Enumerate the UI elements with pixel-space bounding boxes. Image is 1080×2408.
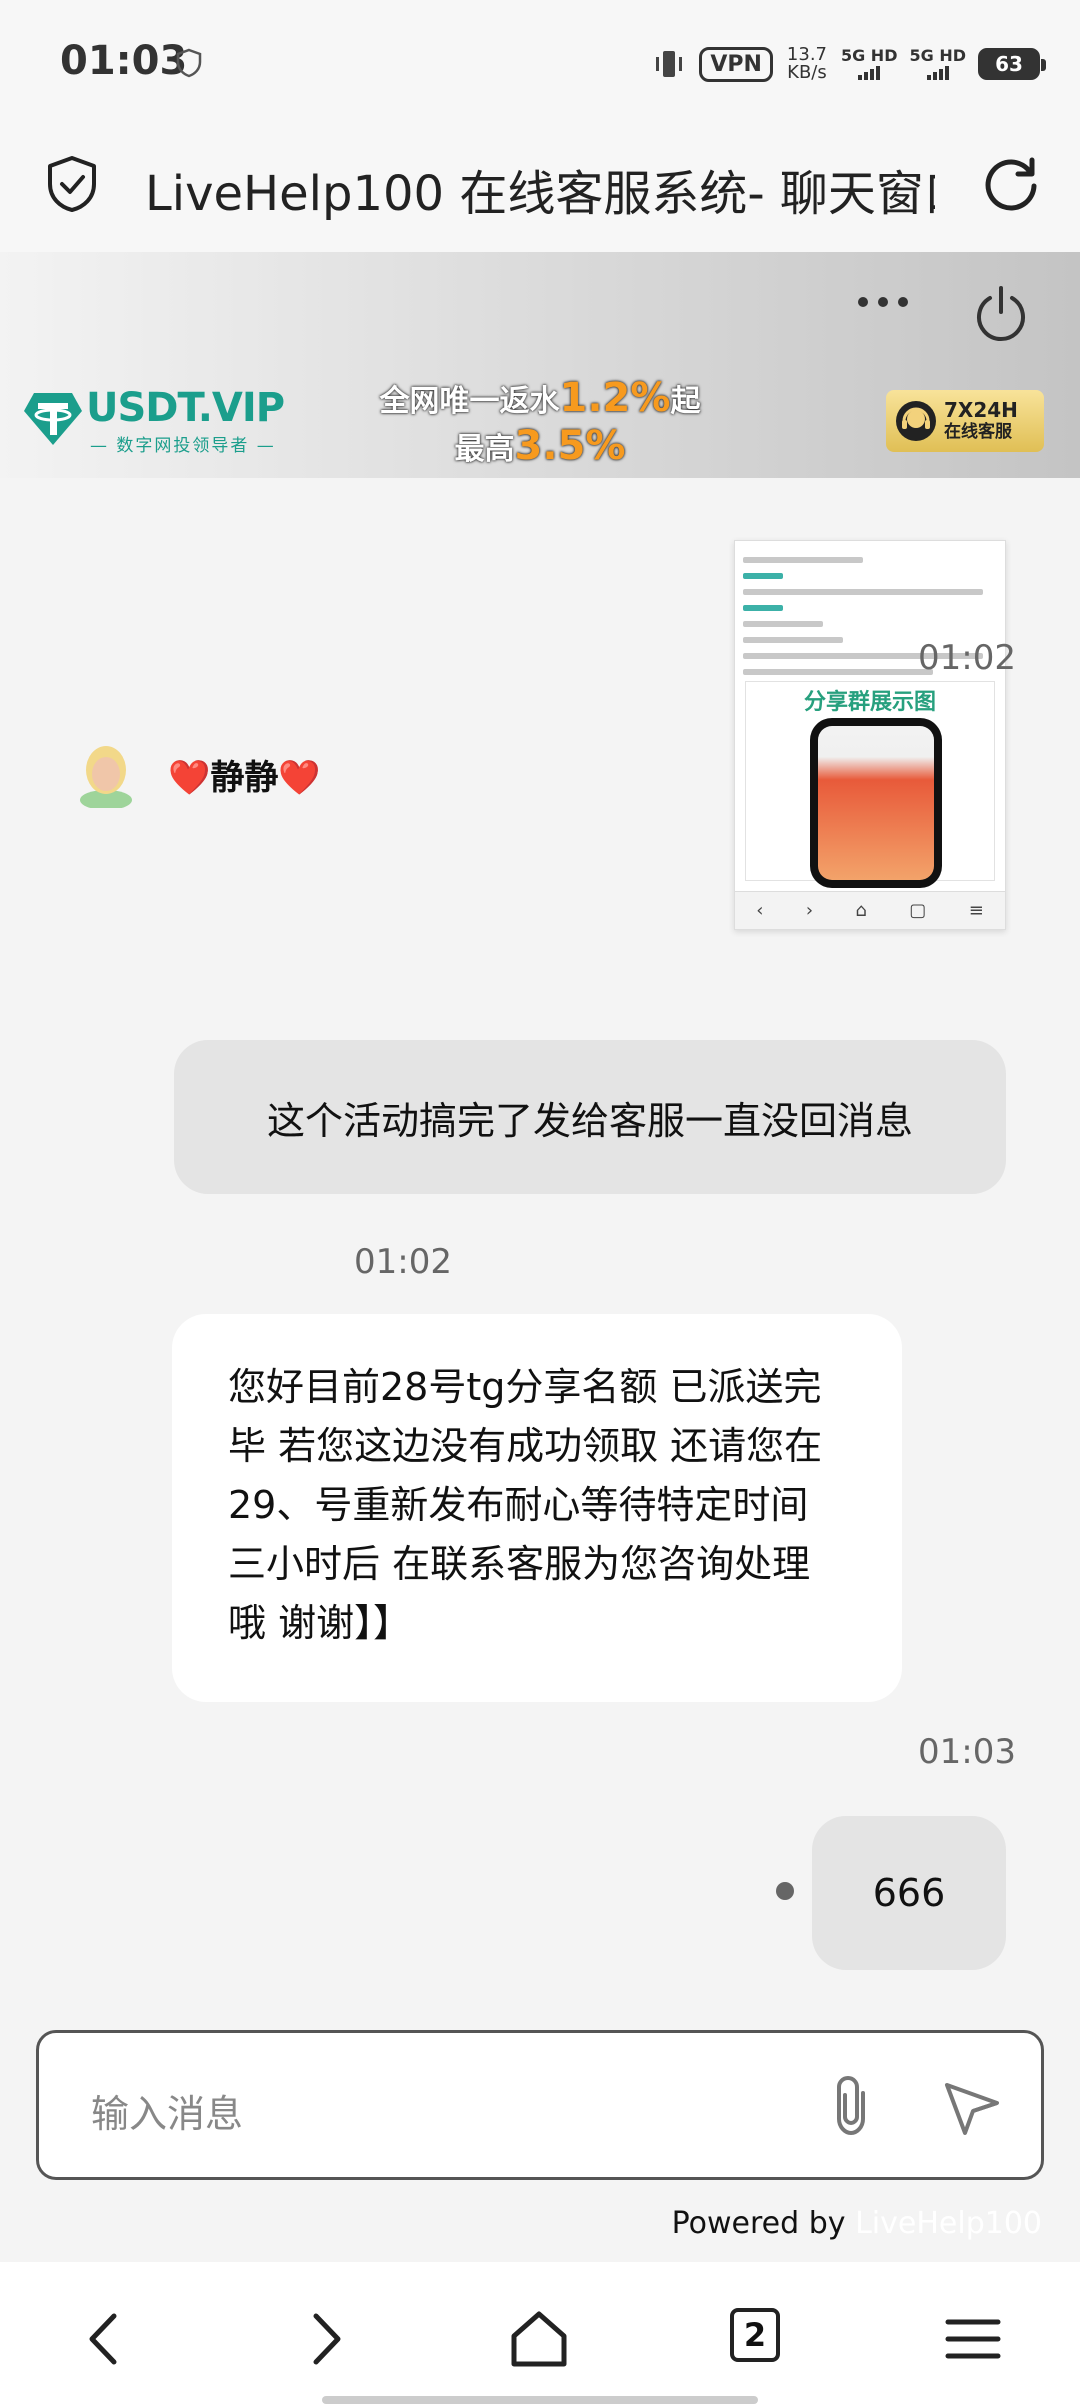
powered-by-label: Powered by — [671, 2206, 846, 2241]
shared-screenshot-image[interactable]: 分享群展示图 ‹ › ⌂ ▢ ≡ — [734, 540, 1006, 930]
user-message-text-2: 666 — [872, 1871, 946, 1915]
browser-title-bar: LiveHelp100 在线客服系统- 聊天窗口 — [0, 126, 1080, 252]
promo-line-1: 全网唯一返水1.2%起 — [370, 376, 710, 424]
promo-max-rate: 3.5% — [514, 423, 626, 469]
user-message-text: 这个活动搞完了发给客服一直没回消息 — [266, 1098, 913, 1143]
message-time: 01:02 — [918, 638, 1016, 678]
screenshot-card: 分享群展示图 — [745, 681, 995, 888]
screenshot-forward-icon: › — [805, 900, 814, 921]
chat-area[interactable]: 分享群展示图 ‹ › ⌂ ▢ ≡ 01:02 这个活动搞完了发给客服一直没回消息… — [0, 478, 1080, 2038]
powered-by: Powered by LiveHelp100 — [672, 2206, 1042, 2241]
promo-text: 全网唯一返水1.2%起 最高3.5% — [370, 376, 710, 472]
tabs-icon[interactable]: 2 — [730, 2308, 780, 2362]
promo-suffix: 起 — [670, 384, 701, 419]
attachment-icon[interactable] — [821, 2071, 881, 2141]
screenshot-tabs-icon: ▢ — [909, 900, 927, 921]
agent-message-text: 您好目前28号tg分享名额 已派送完毕 若您这边没有成功领取 还请您在29、号重… — [228, 1365, 823, 1645]
signal-2-bars-icon — [926, 64, 949, 80]
service-text: 7X24H 在线客服 — [944, 399, 1018, 443]
power-icon[interactable] — [970, 282, 1032, 344]
battery-level: 63 — [995, 52, 1023, 76]
tether-logo-icon — [24, 393, 82, 445]
vibrate-icon — [656, 51, 683, 77]
screenshot-home-icon: ⌂ — [855, 900, 867, 921]
agent-message-time: 01:02 — [354, 1242, 452, 1282]
signal-2-label: 5G HD — [909, 46, 966, 65]
agent-message-bubble[interactable]: 您好目前28号tg分享名额 已派送完毕 若您这边没有成功领取 还请您在29、号重… — [172, 1314, 902, 1702]
browser-page: 01:03 VPN 13.7 KB/s 5G HD 5G HD 63 LiveH… — [0, 0, 1080, 2408]
signal-1-label: 5G HD — [840, 46, 898, 65]
agent-name: ❤️静静❤️ — [168, 758, 321, 798]
message-time-2: 01:03 — [918, 1732, 1016, 1772]
security-shield-icon[interactable] — [40, 152, 104, 216]
service-line-1: 7X24H — [944, 398, 1018, 422]
message-input-placeholder: 输入消息 — [91, 2092, 244, 2136]
status-right-group: VPN 13.7 KB/s 5G HD 5G HD 63 — [651, 36, 1046, 92]
customer-service-badge[interactable]: 7X24H 在线客服 — [886, 390, 1044, 452]
home-icon[interactable] — [504, 2304, 574, 2374]
vpn-badge: VPN — [699, 46, 773, 82]
page-title: LiveHelp100 在线客服系统- 聊天窗口 — [145, 166, 935, 222]
powered-by-brand[interactable]: LiveHelp100 — [855, 2206, 1042, 2241]
signal-1-bars-icon — [858, 64, 881, 80]
screenshot-back-icon: ‹ — [756, 900, 764, 921]
battery-icon: 63 — [978, 48, 1046, 80]
signal-1: 5G HD — [840, 46, 898, 80]
unread-dot — [776, 1882, 794, 1900]
promo-line-2: 最高3.5% — [370, 424, 710, 472]
promo-max-prefix: 最高 — [454, 432, 515, 467]
status-time: 01:03 — [60, 38, 188, 84]
tab-count: 2 — [743, 2316, 767, 2354]
logo-subtitle: — 数字网投领导者 — — [90, 436, 276, 456]
menu-icon[interactable] — [938, 2304, 1008, 2374]
signal-2: 5G HD — [909, 48, 966, 80]
status-bar: 01:03 VPN 13.7 KB/s 5G HD 5G HD 63 — [0, 0, 1080, 126]
reload-icon[interactable] — [978, 150, 1044, 216]
promo-prefix: 全网唯一返水 — [379, 384, 560, 419]
screenshot-nav-bar: ‹ › ⌂ ▢ ≡ — [735, 891, 1005, 929]
net-speed-unit: KB/s — [787, 62, 827, 83]
phone-mockup-image — [810, 718, 942, 888]
shield-status-icon — [176, 48, 202, 78]
usdt-logo: USDT.VIP — 数字网投领导者 — — [22, 385, 285, 456]
user-message-bubble-2[interactable]: 666 — [812, 1816, 1006, 1970]
more-options-icon[interactable] — [855, 290, 911, 314]
agent-avatar — [80, 746, 132, 808]
headset-icon — [896, 401, 936, 441]
net-speed: 13.7 KB/s — [785, 46, 829, 82]
forward-icon[interactable] — [288, 2304, 358, 2374]
screenshot-title: 分享群展示图 — [803, 690, 936, 715]
message-input[interactable]: 输入消息 — [36, 2030, 1044, 2180]
user-message-bubble[interactable]: 这个活动搞完了发给客服一直没回消息 — [174, 1040, 1006, 1194]
browser-bottom-nav: 2 — [0, 2262, 1080, 2408]
logo-text: USDT.VIP — [86, 385, 285, 431]
promo-rate: 1.2% — [559, 375, 671, 421]
send-icon[interactable] — [939, 2075, 1005, 2141]
back-icon[interactable] — [72, 2304, 142, 2374]
service-line-2: 在线客服 — [944, 422, 1012, 442]
home-indicator[interactable] — [322, 2396, 758, 2404]
screenshot-menu-icon: ≡ — [968, 900, 984, 921]
